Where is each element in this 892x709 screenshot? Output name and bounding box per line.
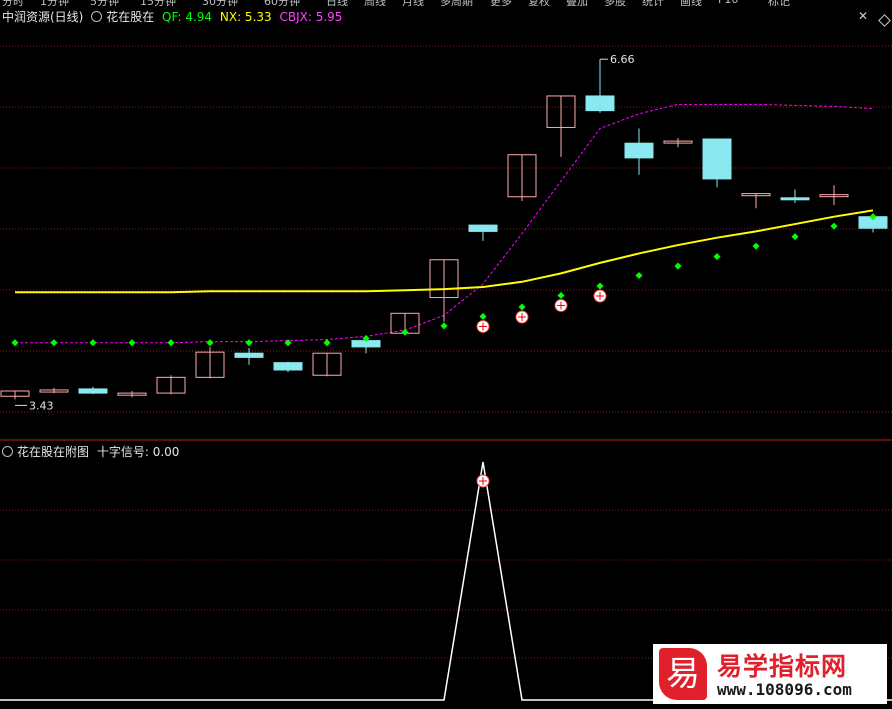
qf-dot (11, 339, 19, 347)
qf-dot (401, 328, 409, 336)
qf-dot (752, 242, 760, 250)
logo-badge: 易 (659, 648, 707, 700)
qf-dot (50, 339, 58, 347)
qf-dot (323, 339, 331, 347)
qf-dot (479, 312, 487, 320)
kline-chart[interactable]: 6.66 3.43 (0, 0, 892, 709)
candle-body (468, 224, 498, 232)
qf-dot (518, 303, 526, 311)
candle-body (780, 197, 810, 201)
watermark-logo: 易 易学指标网 www.108096.com (653, 644, 887, 704)
qf-dot (245, 339, 253, 347)
qf-dot (89, 339, 97, 347)
low-price-label: 3.43 (29, 399, 54, 412)
logo-title: 易学指标网 (717, 652, 848, 681)
qf-dot (167, 339, 175, 347)
candle-body (78, 388, 108, 394)
qf-dot (440, 322, 448, 330)
qf-dot (791, 233, 799, 241)
qf-dot (596, 282, 604, 290)
candle-body (585, 95, 615, 112)
logo-url: www.108096.com (717, 680, 852, 699)
qf-dot (635, 271, 643, 280)
high-price-label: 6.66 (610, 53, 635, 66)
qf-dot (557, 291, 565, 299)
candle-body (624, 142, 654, 159)
candle-body (234, 352, 264, 358)
qf-dot (206, 339, 214, 347)
qf-dot (713, 253, 721, 261)
qf-dot (674, 262, 682, 270)
candle-body (702, 138, 732, 180)
qf-dot (128, 339, 136, 347)
candle-body (273, 362, 303, 371)
